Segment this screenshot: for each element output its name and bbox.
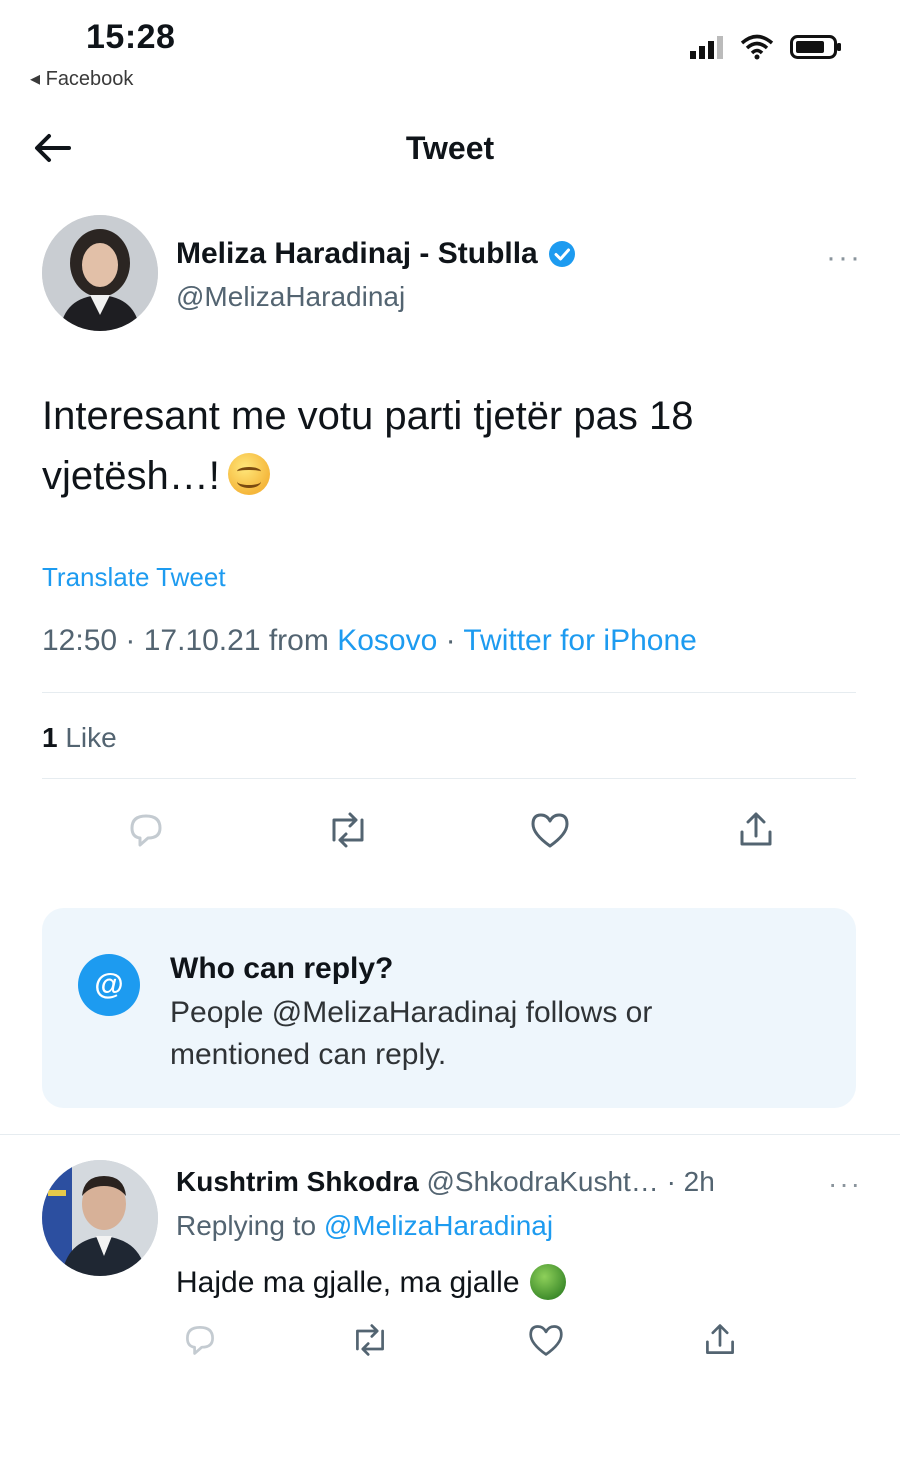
top-navigation: Tweet xyxy=(0,110,900,190)
tweet-text-content: Interesant me votu parti tjetër pas 18 v… xyxy=(42,394,694,498)
verified-badge-icon xyxy=(548,241,575,267)
grinning-emoji-icon xyxy=(227,453,270,495)
replying-to-handle-link[interactable]: @MelizaHaradinaj xyxy=(324,1210,553,1241)
tweet-location-link[interactable]: Kosovo xyxy=(337,624,437,657)
back-to-app-link[interactable]: ◂ Facebook xyxy=(30,66,133,91)
reply-icon xyxy=(130,814,162,847)
avatar[interactable] xyxy=(42,1160,158,1276)
more-options-icon[interactable]: ··· xyxy=(828,1168,862,1200)
meta-separator: · xyxy=(437,624,464,657)
status-time: 15:28 xyxy=(86,18,176,56)
likes-number: 1 xyxy=(42,722,58,753)
status-bar: 15:28 ◂ Facebook xyxy=(0,0,900,100)
retweet-button[interactable] xyxy=(318,800,378,860)
reply-time: · 2h xyxy=(658,1166,715,1197)
green-emoji-icon xyxy=(529,1264,566,1300)
retweet-icon xyxy=(332,812,364,848)
share-icon xyxy=(740,812,772,846)
like-button[interactable] xyxy=(520,800,580,860)
reply-header: Kushtrim Shkodra @ShkodraKusht… · 2h xyxy=(176,1166,715,1198)
reply-avatar-image xyxy=(42,1160,158,1276)
replying-to-label: Replying to xyxy=(176,1210,324,1241)
heart-icon xyxy=(529,1325,563,1356)
share-button[interactable] xyxy=(726,800,786,860)
likes-count[interactable]: 1 Like xyxy=(42,722,117,754)
tweet-source-link[interactable]: Twitter for iPhone xyxy=(463,624,696,657)
share-button[interactable] xyxy=(690,1310,750,1370)
tweet-author: Meliza Haradinaj - Stublla @MelizaHaradi… xyxy=(42,215,862,335)
reply-restriction-card: @ Who can reply? People @MelizaHaradinaj… xyxy=(42,908,856,1108)
heart-icon xyxy=(531,813,569,848)
like-button[interactable] xyxy=(516,1310,576,1370)
share-icon xyxy=(706,1324,734,1354)
reply-restriction-description: People @MelizaHaradinaj follows or menti… xyxy=(170,996,653,1071)
divider xyxy=(42,692,856,693)
more-options-icon[interactable]: ··· xyxy=(826,241,862,275)
divider xyxy=(0,1134,900,1135)
page-title: Tweet xyxy=(405,130,495,166)
translate-tweet-link[interactable]: Translate Tweet xyxy=(42,562,226,593)
tweet-text: Interesant me votu parti tjetër pas 18 v… xyxy=(42,386,842,506)
reply-author-handle[interactable]: @ShkodraKusht… xyxy=(419,1166,658,1197)
cellular-signal-icon xyxy=(690,36,723,59)
reply-author-name[interactable]: Kushtrim Shkodra xyxy=(176,1166,419,1197)
at-sign-icon: @ xyxy=(78,954,140,1016)
retweet-button[interactable] xyxy=(340,1310,400,1370)
reply-actions xyxy=(134,1310,774,1366)
author-handle[interactable]: @MelizaHaradinaj xyxy=(176,281,405,313)
reply-button[interactable] xyxy=(170,1310,230,1370)
replying-to: Replying to @MelizaHaradinaj xyxy=(176,1210,553,1242)
battery-icon xyxy=(790,35,841,59)
avatar[interactable] xyxy=(42,215,158,331)
tweet-timestamp: 12:50 · 17.10.21 from xyxy=(42,624,338,657)
wifi-icon xyxy=(740,34,774,60)
retweet-icon xyxy=(356,1324,384,1356)
reply-restriction-title: Who can reply? xyxy=(170,952,394,985)
divider xyxy=(42,778,856,779)
author-name-text: Meliza Haradinaj - Stublla xyxy=(176,237,538,270)
status-icons xyxy=(690,34,842,60)
tweet-actions xyxy=(42,800,856,860)
likes-label: Like xyxy=(57,722,117,753)
reply-icon xyxy=(186,1326,214,1355)
reply-button[interactable] xyxy=(116,800,176,860)
reply-text: Hajde ma gjalle, ma gjalle xyxy=(176,1264,566,1300)
tweet-metadata: 12:50 · 17.10.21 from Kosovo · Twitter f… xyxy=(42,624,697,658)
author-name[interactable]: Meliza Haradinaj - Stublla xyxy=(176,237,576,271)
reply-text-content: Hajde ma gjalle, ma gjalle xyxy=(176,1266,520,1299)
author-avatar-image xyxy=(42,215,158,331)
